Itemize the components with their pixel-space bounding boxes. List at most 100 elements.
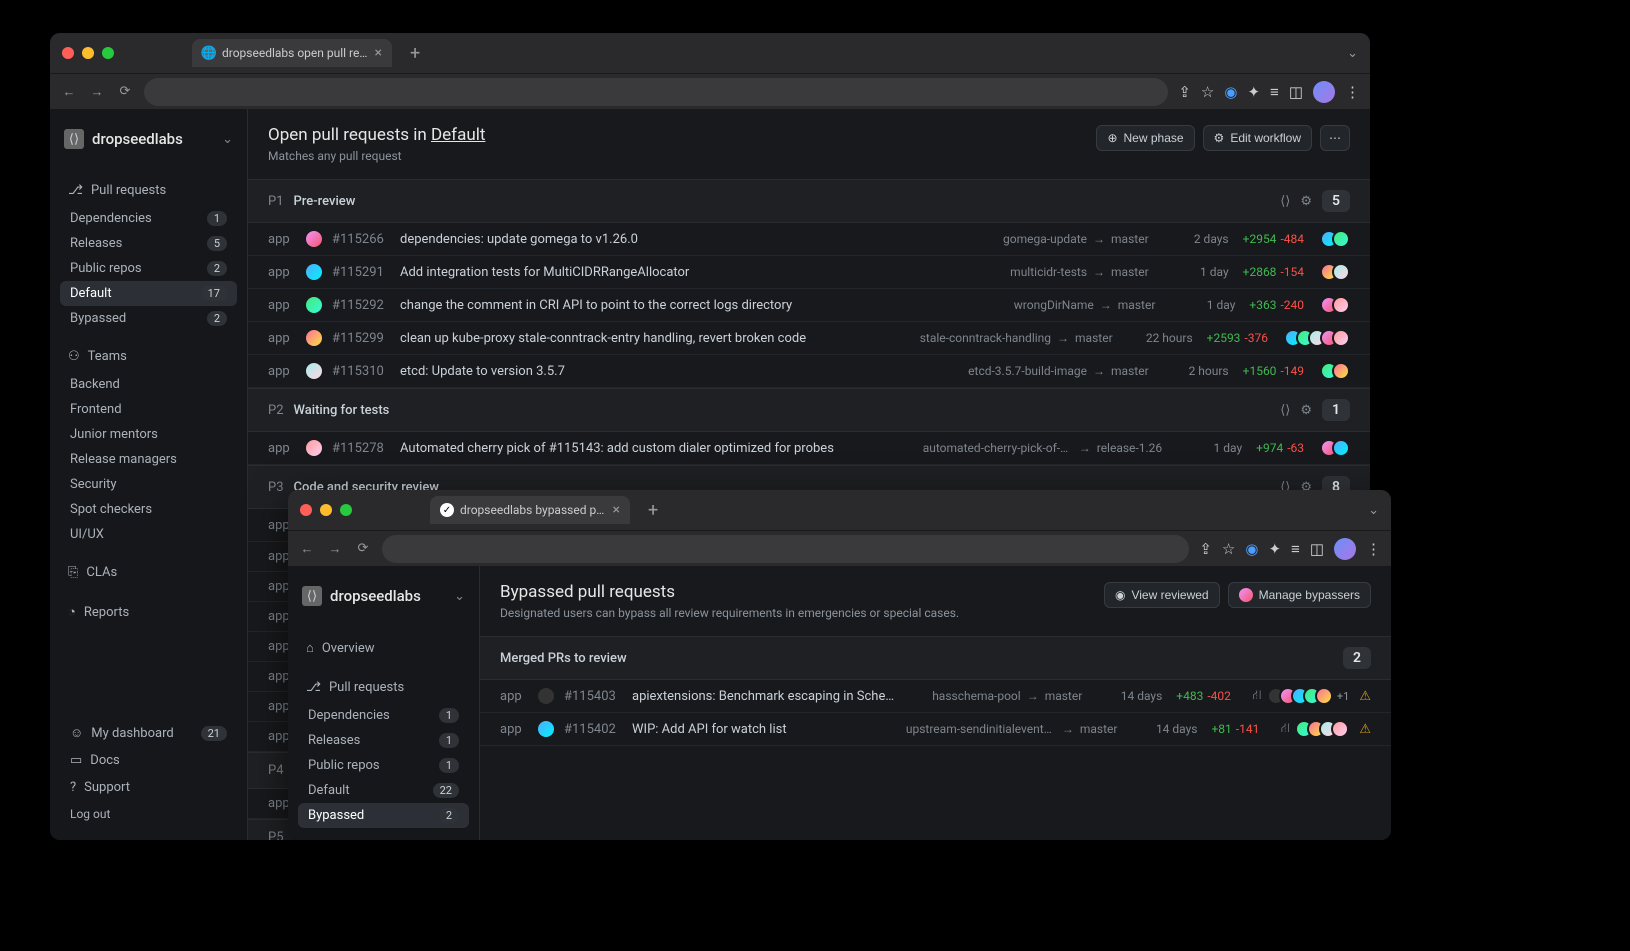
url-bar[interactable] — [144, 78, 1168, 106]
extensions-icon[interactable]: ✦ — [1247, 83, 1260, 101]
sidebar-team-backend[interactable]: Backend — [60, 372, 237, 397]
gear-icon[interactable]: ⚙ — [1300, 403, 1312, 418]
workflow-link[interactable]: Default — [431, 125, 485, 145]
pr-row[interactable]: app #115266 dependencies: update gomega … — [248, 223, 1370, 256]
pr-row[interactable]: app #115292 change the comment in CRI AP… — [248, 289, 1370, 322]
sidebar-item-public-repos[interactable]: Public repos 1 — [298, 753, 469, 778]
reviewer-avatar[interactable] — [1332, 362, 1350, 380]
close-window-icon[interactable] — [300, 504, 312, 516]
author-avatar[interactable] — [306, 297, 322, 313]
org-switcher[interactable]: ⟨⟩ dropseedlabs ⌄ — [298, 580, 469, 612]
forward-button[interactable]: → — [88, 84, 106, 100]
reviewer-avatar[interactable] — [1332, 296, 1350, 314]
maximize-window-icon[interactable] — [102, 47, 114, 59]
browser-tab[interactable]: ✓ dropseedlabs bypassed pull re × — [430, 496, 630, 524]
new-tab-button[interactable]: + — [410, 43, 420, 64]
bookmark-icon[interactable]: ☆ — [1201, 83, 1214, 101]
reviewer-avatar[interactable] — [1331, 720, 1349, 738]
sidebar-section-pull-requests[interactable]: ⎇ Pull requests — [60, 177, 237, 204]
minimize-window-icon[interactable] — [82, 47, 94, 59]
sidebar-item-logout[interactable]: Log out — [60, 802, 237, 826]
sidepanel-icon[interactable]: ◫ — [1289, 83, 1303, 101]
tabs-dropdown-icon[interactable]: ⌄ — [1347, 46, 1358, 61]
back-button[interactable]: ← — [298, 541, 316, 557]
extension-1password-icon[interactable]: ◉ — [1245, 540, 1258, 558]
sidebar-item-releases[interactable]: Releases 5 — [60, 231, 237, 256]
gear-icon[interactable]: ⚙ — [1300, 194, 1312, 209]
sidebar-item-support[interactable]: ?Support — [60, 775, 237, 800]
maximize-window-icon[interactable] — [340, 504, 352, 516]
pr-row[interactable]: app #115402 WIP: Add API for watch list … — [480, 713, 1391, 746]
profile-avatar[interactable] — [1334, 538, 1356, 560]
sidebar-item-docs[interactable]: ▭Docs — [60, 748, 237, 773]
sidebar-item-bypassed[interactable]: Bypassed 2 — [298, 803, 469, 828]
author-avatar[interactable] — [538, 721, 554, 737]
sidebar-item-overview[interactable]: ⌂ Overview — [298, 634, 469, 662]
sidebar-team-spot-checkers[interactable]: Spot checkers — [60, 497, 237, 522]
code-icon[interactable]: ⟨⟩ — [1280, 194, 1290, 209]
reload-button[interactable]: ⟳ — [116, 84, 134, 99]
profile-avatar[interactable] — [1313, 81, 1335, 103]
browser-tab[interactable]: 🌐 dropseedlabs open pull reques × — [192, 39, 392, 67]
sidebar-item-dependencies[interactable]: Dependencies 1 — [60, 206, 237, 231]
new-tab-button[interactable]: + — [648, 500, 658, 521]
sidebar-item-bypassed[interactable]: Bypassed 2 — [60, 306, 237, 331]
reload-button[interactable]: ⟳ — [354, 541, 372, 556]
reviewer-avatar[interactable] — [1332, 230, 1350, 248]
author-avatar[interactable] — [538, 688, 554, 704]
pr-row[interactable]: app #115278 Automated cherry pick of #11… — [248, 432, 1370, 465]
sidebar-team-release-managers[interactable]: Release managers — [60, 447, 237, 472]
org-switcher[interactable]: ⟨⟩ dropseedlabs ⌄ — [60, 123, 237, 155]
sidebar-item-default[interactable]: Default 22 — [298, 778, 469, 803]
reading-list-icon[interactable]: ≡ — [1270, 83, 1279, 101]
back-button[interactable]: ← — [60, 84, 78, 100]
minimize-window-icon[interactable] — [320, 504, 332, 516]
code-icon[interactable]: ⟨⟩ — [1280, 403, 1290, 418]
menu-icon[interactable]: ⋮ — [1366, 540, 1381, 558]
sidebar-item-my-dashboard[interactable]: ☺My dashboard 21 — [60, 720, 237, 746]
sidebar-team-security[interactable]: Security — [60, 472, 237, 497]
pr-row[interactable]: app #115291 Add integration tests for Mu… — [248, 256, 1370, 289]
sidebar-item-default[interactable]: Default 17 — [60, 281, 237, 306]
tabs-dropdown-icon[interactable]: ⌄ — [1368, 503, 1379, 518]
close-tab-icon[interactable]: × — [375, 45, 382, 61]
author-avatar[interactable] — [306, 440, 322, 456]
share-icon[interactable]: ⇪ — [1199, 540, 1212, 558]
reviewer-avatar[interactable] — [1332, 329, 1350, 347]
author-avatar[interactable] — [306, 231, 322, 247]
share-icon[interactable]: ⇪ — [1178, 83, 1191, 101]
manage-bypassers-button[interactable]: Manage bypassers — [1228, 582, 1371, 608]
sidebar-section-pull-requests[interactable]: ⎇ Pull requests — [298, 674, 469, 701]
more-button[interactable]: ⋯ — [1320, 125, 1350, 151]
reviewer-avatar[interactable] — [1315, 687, 1333, 705]
reviewer-avatar[interactable] — [1332, 263, 1350, 281]
bookmark-icon[interactable]: ☆ — [1222, 540, 1235, 558]
sidebar-item-releases[interactable]: Releases 1 — [298, 728, 469, 753]
url-bar[interactable] — [382, 535, 1189, 563]
sidebar-item-reports[interactable]: ◔ Reports — [60, 598, 237, 626]
pr-row[interactable]: app #115299 clean up kube-proxy stale-co… — [248, 322, 1370, 355]
forward-button[interactable]: → — [326, 541, 344, 557]
close-tab-icon[interactable]: × — [613, 502, 620, 518]
sidepanel-icon[interactable]: ◫ — [1310, 540, 1324, 558]
extensions-icon[interactable]: ✦ — [1268, 540, 1281, 558]
reviewer-avatar[interactable] — [1332, 439, 1350, 457]
pr-row[interactable]: app #115310 etcd: Update to version 3.5.… — [248, 355, 1370, 388]
sidebar-team-junior-mentors[interactable]: Junior mentors — [60, 422, 237, 447]
author-avatar[interactable] — [306, 330, 322, 346]
sidebar-item-public-repos[interactable]: Public repos 2 — [60, 256, 237, 281]
sidebar-team-frontend[interactable]: Frontend — [60, 397, 237, 422]
author-avatar[interactable] — [306, 363, 322, 379]
reading-list-icon[interactable]: ≡ — [1291, 540, 1300, 558]
pr-row[interactable]: app #115403 apiextensions: Benchmark esc… — [480, 680, 1391, 713]
author-avatar[interactable] — [306, 264, 322, 280]
menu-icon[interactable]: ⋮ — [1345, 83, 1360, 101]
sidebar-team-ui/ux[interactable]: UI/UX — [60, 522, 237, 547]
sidebar-item-clas[interactable]: ⎘ CLAs — [60, 559, 237, 586]
close-window-icon[interactable] — [62, 47, 74, 59]
edit-workflow-button[interactable]: ⚙Edit workflow — [1203, 125, 1312, 151]
view-reviewed-button[interactable]: ◉View reviewed — [1104, 582, 1220, 608]
extension-1password-icon[interactable]: ◉ — [1224, 83, 1237, 101]
sidebar-section-teams[interactable]: ⚇ Teams — [60, 343, 237, 370]
new-phase-button[interactable]: ⊕New phase — [1096, 125, 1194, 151]
